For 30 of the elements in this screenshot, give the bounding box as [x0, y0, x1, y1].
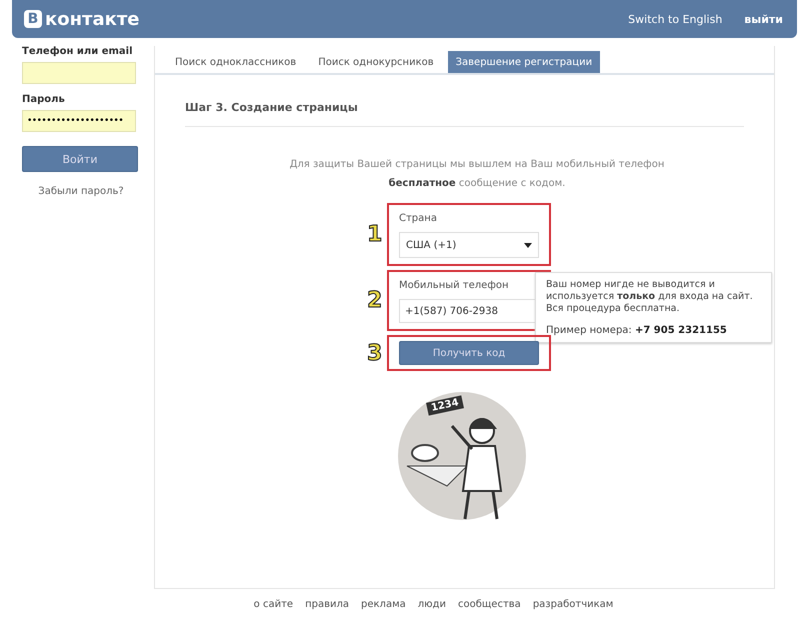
tab[interactable]: Поиск одноклассников: [167, 51, 304, 73]
password-label: Пароль: [22, 94, 66, 105]
login-field[interactable]: [22, 62, 136, 84]
step-marker: 2: [367, 288, 383, 313]
footer-link[interactable]: правила: [305, 599, 350, 610]
step-marker: 1: [367, 222, 383, 247]
header-link[interactable]: Switch to English: [628, 12, 722, 26]
example-label: Пример номера:: [546, 325, 632, 336]
step-marker: 3: [367, 340, 383, 366]
intro-text: Для защиты Вашей страницы мы вышлем на Ваш мобильный телефон бесплатное сообщение с кодом.: [288, 158, 666, 191]
logo-text: контакте: [45, 8, 140, 30]
logo-badge: В: [24, 10, 42, 28]
footer-link[interactable]: сообщества: [458, 599, 521, 610]
caret-icon: [524, 242, 532, 248]
country-label: Страна: [399, 213, 438, 224]
tab[interactable]: Поиск однокурсников: [310, 51, 442, 73]
login-label: Телефон или email: [22, 46, 134, 57]
header-link[interactable]: выйти: [744, 12, 783, 26]
footer-link[interactable]: люди: [418, 599, 446, 610]
example-number: +7 905 2321155: [634, 325, 727, 336]
country-select[interactable]: США (+1): [399, 232, 539, 258]
footer-link[interactable]: реклама: [361, 599, 406, 610]
footer-link[interactable]: о сайте: [254, 599, 294, 610]
tooltip-text: Ваш номер нигде не выводится и используется только для входа на сайт. Вся процедура бесплатна.: [546, 279, 754, 315]
phone-label: Мобильный телефон: [399, 280, 510, 291]
forgot-password-link[interactable]: Забыли пароль?: [22, 186, 140, 197]
password-field[interactable]: ••••••••••••••••••••: [22, 110, 136, 132]
footer-link[interactable]: разработчикам: [532, 599, 614, 610]
step-title: Шаг 3. Создание страницы: [185, 101, 744, 127]
tab[interactable]: Завершение регистрации: [448, 51, 600, 73]
